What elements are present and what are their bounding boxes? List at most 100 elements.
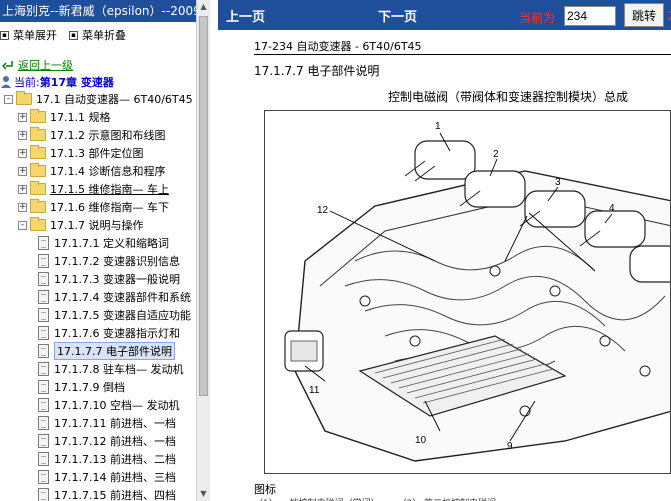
toc-item-label: 17.1.5 维修指南— 车上 bbox=[50, 183, 169, 196]
document-icon bbox=[38, 488, 49, 501]
document-icon bbox=[38, 362, 49, 376]
menu-expand-button[interactable]: ▪ 菜单展开 bbox=[0, 27, 57, 43]
figure-caption: 控制电磁阀（带阀体和变速器控制模块）总成 bbox=[388, 90, 629, 104]
toc-item-label: 17.1.7.12 前进档、一档 bbox=[54, 435, 176, 448]
page-number-input[interactable] bbox=[564, 6, 616, 26]
document-icon bbox=[38, 290, 49, 304]
toc-item-label: 17.1.3 部件定位图 bbox=[50, 147, 144, 160]
callout-3: 3 bbox=[555, 177, 561, 188]
toc-item[interactable]: 17.1.7.11 前进档、一档 bbox=[0, 414, 196, 432]
toc-item[interactable]: 17.1.7.4 变速器部件和系统 bbox=[0, 288, 196, 306]
toc-item[interactable]: 17.1.7.5 变速器自适应功能 bbox=[0, 306, 196, 324]
document-icon bbox=[38, 308, 49, 322]
callout-1: 1 bbox=[435, 121, 441, 132]
document-icon bbox=[38, 272, 49, 286]
document-icon bbox=[38, 326, 49, 340]
toc-item[interactable]: - 17.1 自动变速器— 6T40/6T45 bbox=[0, 90, 196, 108]
folder-icon bbox=[30, 127, 46, 141]
toc-item-label: 17.1.7.8 驻车档— 发动机 bbox=[54, 363, 184, 376]
toc-item-label: 17.1.7.13 前进档、二档 bbox=[54, 453, 176, 466]
user-icon bbox=[1, 76, 11, 88]
left-scrollbar[interactable]: ▲ ▼ bbox=[196, 0, 210, 501]
callout-2: 2 bbox=[493, 149, 499, 160]
left-pane-title: 上海别克--新君威（epsilon）--2009- bbox=[0, 0, 196, 22]
toc-item[interactable]: 17.1.7.1 定义和缩略词 bbox=[0, 234, 196, 252]
toc-item-label: 17.1.7.10 空档— 发动机 bbox=[54, 399, 180, 412]
go-button[interactable]: 跳转 bbox=[624, 3, 664, 27]
current-location: 当前: 第17章 变速器 bbox=[0, 74, 196, 90]
toc-item[interactable]: 17.1.7.15 前进档、四档 bbox=[0, 486, 196, 501]
menu-collapse-button[interactable]: ▪ 菜单折叠 bbox=[69, 27, 126, 43]
current-prefix: 当前: bbox=[14, 76, 40, 89]
toc-item-label: 17.1.7.9 倒档 bbox=[54, 381, 125, 394]
document-icon bbox=[38, 236, 49, 250]
folder-icon bbox=[30, 181, 46, 195]
section-title: 17.1.7.7 电子部件说明 bbox=[254, 64, 380, 78]
back-arrow-icon bbox=[2, 61, 13, 70]
app-window: 上海别克--新君威（epsilon）--2009- ▪ 菜单展开 ▪ 菜单折叠 … bbox=[0, 0, 671, 501]
toc-item[interactable]: 17.1.7.8 驻车档— 发动机 bbox=[0, 360, 196, 378]
document-icon bbox=[38, 452, 49, 466]
toc-item[interactable]: +17.1.4 诊断信息和程序 bbox=[0, 162, 196, 180]
toc-item-label: 17.1.1 规格 bbox=[50, 111, 111, 124]
current-page-label: 当前为 bbox=[519, 11, 556, 25]
callout-4: 4 bbox=[609, 203, 615, 214]
document-icon bbox=[38, 416, 49, 430]
figure-legend-label: 图标 bbox=[254, 483, 276, 496]
toc-item[interactable]: 17.1.7.9 倒档 bbox=[0, 378, 196, 396]
scroll-down-icon[interactable]: ▼ bbox=[199, 489, 208, 499]
toc-item[interactable]: +17.1.1 规格 bbox=[0, 108, 196, 126]
toc-item[interactable]: 17.1.7.2 变速器识别信息 bbox=[0, 252, 196, 270]
legend-text-fragment: （1） 一档控制电磁阀（常闭）……（2） 第二档控制电磁阀 bbox=[254, 496, 671, 501]
scroll-up-icon[interactable]: ▲ bbox=[199, 2, 208, 12]
expand-plus-icon[interactable]: + bbox=[18, 130, 27, 140]
toc-item-label: 17.1.7.15 前进档、四档 bbox=[54, 489, 176, 501]
menu-expand-label: 菜单展开 bbox=[13, 29, 57, 42]
toc-item[interactable]: 17.1.7.10 空档— 发动机 bbox=[0, 396, 196, 414]
toc-item[interactable]: - 17.1.7 说明与操作 bbox=[0, 216, 196, 234]
toc-item[interactable]: 17.1.7.13 前进档、二档 bbox=[0, 450, 196, 468]
folder-icon bbox=[30, 145, 46, 159]
toc-item-label: 17.1.7.7 电子部件说明 bbox=[54, 342, 175, 360]
toc-item-label: 17.1.6 维修指南— 车下 bbox=[50, 201, 169, 214]
expand-plus-icon[interactable]: + bbox=[18, 148, 27, 158]
collapse-square-icon: ▪ bbox=[69, 30, 78, 40]
toc-item[interactable]: 17.1.7.7 电子部件说明 bbox=[0, 342, 196, 360]
back-link[interactable]: 返回上一级 bbox=[18, 57, 73, 73]
toc-item-label: 17.1.7.11 前进档、一档 bbox=[54, 417, 176, 430]
toc-item-label: 17.1.4 诊断信息和程序 bbox=[50, 165, 166, 178]
toc-item[interactable]: +17.1.3 部件定位图 bbox=[0, 144, 196, 162]
toc-item[interactable]: +17.1.6 维修指南— 车下 bbox=[0, 198, 196, 216]
toc-item[interactable]: 17.1.7.3 变速器一般说明 bbox=[0, 270, 196, 288]
header-rule bbox=[254, 54, 671, 55]
folder-icon bbox=[16, 91, 32, 105]
folder-icon bbox=[30, 109, 46, 123]
folder-icon bbox=[30, 217, 46, 231]
page-nav-bar: 上一页 下一页 当前为 跳转 2 bbox=[218, 0, 671, 30]
expand-plus-icon[interactable]: + bbox=[18, 166, 27, 176]
collapse-minus-icon[interactable]: - bbox=[18, 220, 27, 230]
expand-plus-icon[interactable]: + bbox=[18, 112, 27, 122]
prev-page-link[interactable]: 上一页 bbox=[226, 6, 265, 25]
toc-item[interactable]: +17.1.5 维修指南— 车上 bbox=[0, 180, 196, 198]
toc-item-label: 17.1.7.14 前进档、三档 bbox=[54, 471, 176, 484]
document-icon bbox=[38, 254, 49, 268]
toc-item-label: 17.1.7.1 定义和缩略词 bbox=[54, 237, 169, 250]
menu-controls: ▪ 菜单展开 ▪ 菜单折叠 bbox=[0, 22, 196, 48]
document-icon bbox=[38, 434, 49, 448]
toc-item[interactable]: 17.1.7.12 前进档、一档 bbox=[0, 432, 196, 450]
document-icon bbox=[38, 344, 49, 358]
expand-plus-icon[interactable]: + bbox=[18, 202, 27, 212]
toc-item[interactable]: 17.1.7.6 变速器指示灯和 bbox=[0, 324, 196, 342]
toc-item[interactable]: 17.1.7.14 前进档、三档 bbox=[0, 468, 196, 486]
scroll-thumb[interactable] bbox=[199, 16, 208, 396]
folder-icon bbox=[30, 199, 46, 213]
menu-collapse-label: 菜单折叠 bbox=[82, 29, 126, 42]
collapse-minus-icon[interactable]: - bbox=[4, 94, 13, 104]
next-page-link[interactable]: 下一页 bbox=[378, 6, 417, 25]
expand-plus-icon[interactable]: + bbox=[18, 184, 27, 194]
toc-item-label: 17.1.7.6 变速器指示灯和 bbox=[54, 327, 180, 340]
toc-item-label: 17.1.2 示意图和布线图 bbox=[50, 129, 166, 142]
toc-item[interactable]: +17.1.2 示意图和布线图 bbox=[0, 126, 196, 144]
toc-tree: -17.1 自动变速器— 6T40/6T45 +17.1.1 规格 +17.1.2 … bbox=[0, 90, 196, 501]
